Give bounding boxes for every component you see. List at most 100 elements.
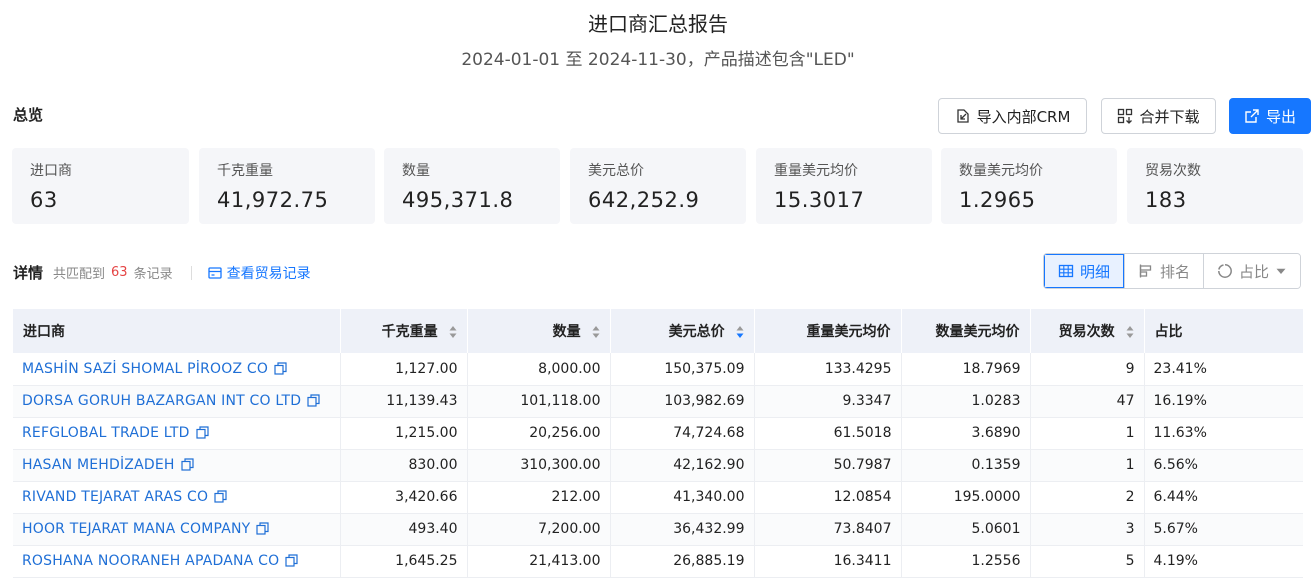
cell-share: 16.19%	[1144, 385, 1303, 418]
stat-label: 贸易次数	[1145, 163, 1201, 179]
cell-importer: DORSA GORUH BAZARGAN INT CO LTD	[13, 385, 341, 418]
cell-value: 8,000.00	[467, 353, 611, 386]
column-header-share: 占比	[1144, 309, 1304, 353]
stat-value: 183	[1145, 188, 1187, 212]
cell-value: 26,885.19	[610, 545, 755, 578]
cell-share: 5.67%	[1144, 513, 1303, 546]
column-header-importer: 进口商	[13, 309, 341, 353]
cell-value: 21,413.00	[467, 545, 611, 578]
cell-value: 20,256.00	[467, 417, 611, 450]
stat-card-trade-count: 贸易次数 183	[1127, 148, 1303, 224]
stat-label: 数量美元均价	[959, 163, 1043, 179]
export-button[interactable]: 导出	[1229, 98, 1311, 134]
copy-icon[interactable]	[307, 394, 320, 407]
cell-importer: RIVAND TEJARAT ARAS CO	[13, 481, 341, 514]
view-mode-share-label: 占比	[1239, 262, 1270, 281]
caret-down-icon	[1276, 268, 1286, 274]
stat-label: 重量美元均价	[774, 163, 858, 179]
cell-value: 830.00	[340, 449, 468, 482]
copy-icon[interactable]	[256, 522, 270, 535]
overview-heading: 总览	[13, 106, 44, 124]
record-count-suffix: 条记录	[133, 267, 173, 282]
cell-value: 103,982.69	[610, 385, 755, 418]
column-header-trade-count[interactable]: 贸易次数	[1030, 309, 1145, 353]
cell-importer: REFGLOBAL TRADE LTD	[13, 417, 341, 450]
importer-name-link[interactable]: MASHİN SAZİ SHOMAL PİROOZ CO	[22, 361, 268, 377]
cell-value: 101,118.00	[467, 385, 611, 418]
cell-value: 1	[1030, 417, 1145, 450]
cell-value: 310,300.00	[467, 449, 611, 482]
cell-value: 16.3411	[754, 545, 902, 578]
importer-name-link[interactable]: DORSA GORUH BAZARGAN INT CO LTD	[22, 393, 301, 409]
details-heading: 详情	[13, 264, 44, 282]
stat-card-importers: 进口商 63	[12, 148, 189, 224]
cell-value: 3.6890	[901, 417, 1031, 450]
copy-icon[interactable]	[274, 362, 287, 375]
export-label: 导出	[1265, 107, 1296, 126]
export-icon	[1245, 109, 1259, 123]
cell-share: 23.41%	[1144, 353, 1303, 386]
table-header-row: 进口商 千克重量 数量 美元总价 重量美元均价 数量美元均价 贸易次数 占比	[13, 309, 1304, 353]
stat-label: 千克重量	[217, 163, 273, 179]
column-header-quantity[interactable]: 数量	[467, 309, 611, 353]
cell-value: 5	[1030, 545, 1145, 578]
record-count: 63	[111, 265, 128, 280]
view-mode-switch: 明细 排名 占比	[1043, 253, 1302, 289]
cell-value: 133.4295	[754, 353, 902, 386]
divider	[190, 265, 192, 280]
import-crm-button[interactable]: 导入内部CRM	[938, 98, 1087, 134]
import-crm-label: 导入内部CRM	[976, 107, 1071, 126]
column-header-weight[interactable]: 千克重量	[340, 309, 468, 353]
stat-value: 63	[30, 188, 58, 212]
view-mode-detail-label: 明细	[1080, 262, 1111, 281]
merge-download-button[interactable]: 合并下载	[1101, 98, 1216, 134]
sort-icon	[1126, 326, 1133, 338]
importer-name-link[interactable]: ROSHANA NOORANEH APADANA CO	[22, 553, 279, 569]
view-trade-records-link[interactable]: 查看贸易记录	[207, 263, 311, 283]
stat-card-quantity: 数量 495,371.8	[384, 148, 560, 224]
copy-icon[interactable]	[285, 554, 298, 567]
copy-icon[interactable]	[181, 458, 194, 471]
merge-icon	[1118, 108, 1133, 124]
importer-name-link[interactable]: REFGLOBAL TRADE LTD	[22, 425, 190, 441]
ranking-icon	[1139, 264, 1152, 278]
stat-card-weight-avg-price: 重量美元均价 15.3017	[756, 148, 932, 224]
cell-value: 36,432.99	[610, 513, 755, 546]
cell-value: 18.7969	[901, 353, 1031, 386]
importer-name-link[interactable]: RIVAND TEJARAT ARAS CO	[22, 489, 208, 505]
importer-name-link[interactable]: HOOR TEJARAT MANA COMPANY	[22, 521, 250, 537]
table-row: RIVAND TEJARAT ARAS CO 3,420.66 212.00 41,3…	[13, 481, 1303, 514]
table-row: MASHİN SAZİ SHOMAL PİROOZ CO 1,127.00 8,00…	[13, 353, 1303, 386]
stat-label: 进口商	[30, 163, 72, 179]
cell-share: 6.56%	[1144, 449, 1303, 482]
cell-share: 6.44%	[1144, 481, 1303, 514]
card-icon	[207, 266, 222, 279]
importer-name-link[interactable]: HASAN MEHDİZADEH	[22, 457, 175, 473]
stat-value: 41,972.75	[217, 188, 329, 212]
stat-card-total-usd: 美元总价 642,252.9	[570, 148, 746, 224]
view-mode-ranking-label: 排名	[1160, 262, 1191, 281]
sort-icon	[592, 326, 599, 338]
cell-importer: HOOR TEJARAT MANA COMPANY	[13, 513, 341, 546]
copy-icon[interactable]	[196, 426, 209, 439]
cell-value: 1,215.00	[340, 417, 468, 450]
column-header-total-usd[interactable]: 美元总价	[610, 309, 755, 353]
cell-value: 9	[1030, 353, 1145, 386]
view-mode-detail[interactable]: 明细	[1044, 254, 1125, 288]
cell-importer: HASAN MEHDİZADEH	[13, 449, 341, 482]
copy-icon[interactable]	[214, 490, 227, 503]
cell-value: 150,375.09	[610, 353, 755, 386]
cell-value: 9.3347	[754, 385, 902, 418]
cell-value: 3,420.66	[340, 481, 468, 514]
stat-card-quantity-avg-price: 数量美元均价 1.2965	[941, 148, 1117, 224]
cell-value: 1.2556	[901, 545, 1031, 578]
table-row: ROSHANA NOORANEH APADANA CO 1,645.25 21,41…	[13, 545, 1303, 578]
page-subtitle: 2024-01-01 至 2024-11-30，产品描述包含"LED"	[461, 50, 855, 70]
sort-desc-icon	[736, 326, 743, 338]
cell-value: 47	[1030, 385, 1145, 418]
view-mode-ranking[interactable]: 排名	[1124, 254, 1204, 288]
view-mode-share[interactable]: 占比	[1203, 254, 1301, 288]
cell-value: 0.1359	[901, 449, 1031, 482]
table-icon	[1058, 264, 1074, 278]
cell-share: 11.63%	[1144, 417, 1303, 450]
